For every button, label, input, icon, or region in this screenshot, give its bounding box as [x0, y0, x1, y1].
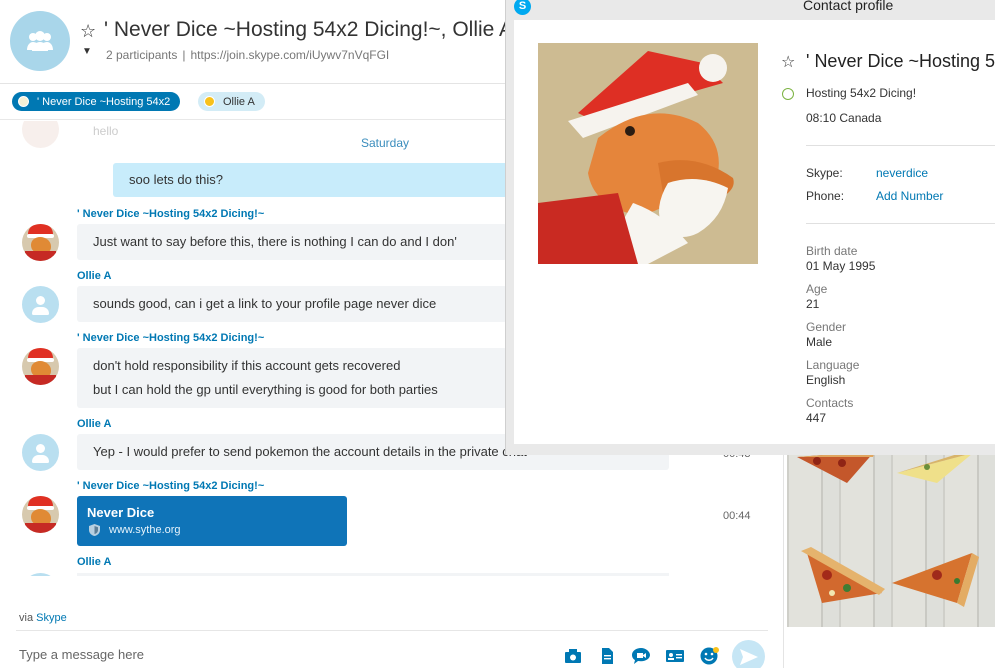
pizza-slice-2 — [897, 451, 973, 483]
video-message-icon[interactable] — [632, 648, 650, 664]
birth-date-label: Birth date — [806, 244, 858, 258]
subtitle-separator: | — [182, 48, 186, 62]
participants-bar: ' Never Dice ~Hosting 54x2 Ollie A — [0, 84, 505, 120]
skype-label: Skype: — [806, 166, 843, 180]
pizza-slice-1 — [797, 451, 875, 483]
profile-mood: Hosting 54x2 Dicing! — [806, 86, 917, 100]
message-text: don't hold responsibility if this accoun… — [93, 358, 401, 373]
message-sender[interactable]: ' Never Dice ~Hosting 54x2 Dicing!~ — [77, 208, 264, 220]
avatar — [22, 121, 59, 148]
profile-local-time: 08:10 Canada — [806, 111, 882, 125]
message-bubble[interactable]: don't hold responsibility if this accoun… — [77, 348, 507, 408]
group-avatar[interactable] — [10, 11, 70, 71]
message-bubble[interactable] — [77, 573, 669, 576]
divider — [806, 223, 995, 224]
skype-logo-icon: S — [514, 0, 531, 15]
contact-profile-window[interactable]: S Contact profile ☆ ' Never Dice ~Hostin… — [505, 0, 995, 455]
avatar[interactable] — [22, 224, 59, 261]
contact-card-icon[interactable] — [666, 648, 684, 664]
online-status-icon — [782, 88, 794, 100]
message-time: 00:44 — [723, 510, 751, 522]
participant-pill-label: Ollie A — [223, 95, 255, 108]
participant-pill[interactable]: Ollie A — [198, 92, 265, 111]
day-divider: Saturday — [361, 136, 410, 150]
message-bubble[interactable]: sounds good, can i get a link to your pr… — [77, 286, 507, 322]
avatar[interactable] — [22, 286, 59, 323]
status-dot-icon — [18, 96, 29, 107]
avatar[interactable] — [22, 573, 59, 576]
message-input[interactable] — [19, 647, 519, 662]
right-pane-blank — [784, 627, 995, 668]
message-sender[interactable]: ' Never Dice ~Hosting 54x2 Dicing!~ — [77, 332, 264, 344]
own-message-bubble[interactable]: soo lets do this? — [113, 163, 513, 197]
phone-label: Phone: — [806, 189, 845, 203]
profile-body: ☆ ' Never Dice ~Hosting 54x2 Dicing!~ Ho… — [514, 20, 995, 444]
pizza-slice-3 — [801, 547, 885, 603]
message-sender[interactable]: Ollie A — [77, 270, 111, 282]
birth-date-value: 01 May 1995 — [806, 259, 876, 273]
pizza-slice-4 — [892, 553, 979, 607]
send-icon — [739, 648, 758, 665]
participant-pill[interactable]: ' Never Dice ~Hosting 54x2 — [12, 92, 181, 111]
profile-photo-art — [538, 43, 758, 264]
link-title: Never Dice — [87, 505, 155, 520]
skype-name-link[interactable]: neverdice — [876, 166, 928, 180]
profile-photo[interactable] — [538, 43, 758, 264]
profile-titlebar[interactable]: S Contact profile — [506, 0, 995, 20]
pizza-image — [797, 451, 979, 607]
chat-subtitle: 2 participants | https://join.skype.com/iU… — [106, 48, 389, 62]
away-clock-icon — [204, 96, 215, 107]
file-icon[interactable] — [598, 648, 616, 664]
message-text: but I can hold the gp until everything i… — [93, 382, 438, 397]
faded-message: hello — [93, 124, 119, 138]
message-sender[interactable]: ' Never Dice ~Hosting 54x2 Dicing!~ — [77, 480, 264, 492]
via-prefix: via — [19, 612, 34, 624]
message-bubble[interactable]: Just want to say before this, there is n… — [77, 224, 507, 260]
age-value: 21 — [806, 297, 820, 311]
gender-value: Male — [806, 335, 833, 349]
contacts-value: 447 — [806, 411, 827, 425]
link-url: www.sythe.org — [109, 524, 181, 536]
message-sender[interactable]: Ollie A — [77, 556, 111, 568]
group-icon — [27, 31, 53, 51]
avatar[interactable] — [22, 434, 59, 471]
contacts-label: Contacts — [806, 396, 854, 410]
send-button[interactable] — [732, 640, 765, 668]
message-text: Just want to say before this, there is n… — [93, 234, 457, 249]
profile-name: ' Never Dice ~Hosting 54x2 Dicing!~ — [806, 51, 995, 71]
shield-icon — [89, 524, 100, 536]
via-label: via Skype — [19, 612, 67, 624]
favorite-star-icon[interactable]: ☆ — [80, 21, 96, 42]
avatar[interactable] — [22, 496, 59, 533]
divider — [806, 145, 995, 146]
media-icon[interactable] — [564, 648, 582, 664]
join-link[interactable]: https://join.skype.com/iUywv7nVqFGI — [191, 48, 390, 62]
emoticon-icon[interactable] — [700, 647, 720, 665]
pizza-image-panel — [787, 443, 995, 627]
link-preview-card[interactable]: Never Dice www.sythe.org — [77, 496, 347, 546]
message-text: sounds good, can i get a link to your pr… — [93, 296, 437, 311]
chevron-down-icon[interactable]: ▼ — [82, 46, 92, 57]
participant-pill-label: ' Never Dice ~Hosting 54x2 — [37, 95, 171, 108]
via-skype-link[interactable]: Skype — [36, 612, 67, 624]
chat-title: ' Never Dice ~Hosting 54x2 Dicing!~, Oll… — [104, 18, 514, 41]
gender-label: Gender — [806, 320, 847, 334]
language-label: Language — [806, 358, 860, 372]
message-sender[interactable]: Ollie A — [77, 418, 111, 430]
favorite-star-icon[interactable]: ☆ — [781, 52, 795, 72]
participants-count[interactable]: 2 participants — [106, 48, 177, 62]
add-number-link[interactable]: Add Number — [876, 189, 943, 203]
language-value: English — [806, 373, 846, 387]
composer-divider — [16, 630, 768, 631]
age-label: Age — [806, 282, 828, 296]
profile-window-title: Contact profile — [803, 0, 894, 13]
avatar[interactable] — [22, 348, 59, 385]
